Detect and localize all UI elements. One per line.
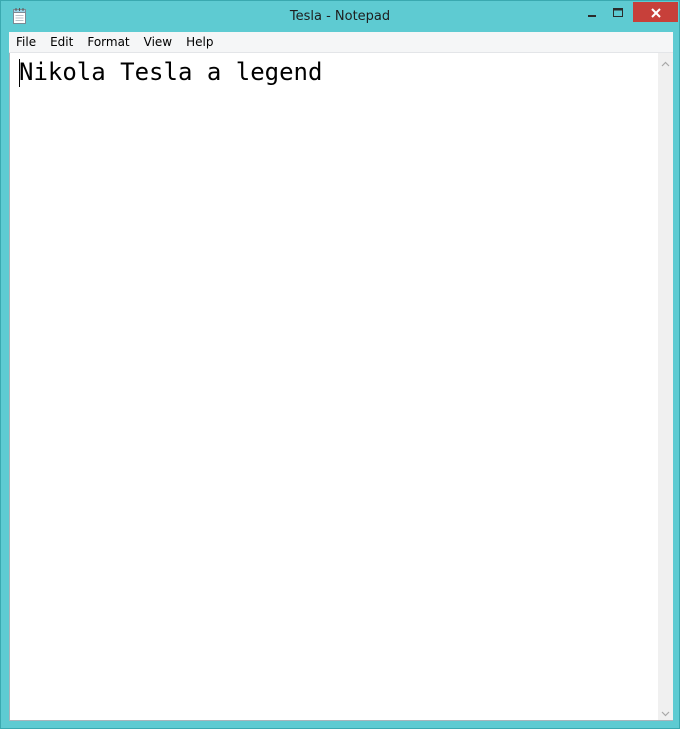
menu-file[interactable]: File <box>9 32 43 52</box>
maximize-icon <box>613 3 623 22</box>
menu-bar: File Edit Format View Help <box>9 32 673 53</box>
chevron-down-icon <box>661 702 670 721</box>
close-button[interactable] <box>633 2 678 22</box>
title-bar[interactable]: Tesla - Notepad <box>1 1 679 32</box>
chevron-up-icon <box>661 52 670 71</box>
scroll-up-button[interactable] <box>658 53 673 70</box>
menu-edit[interactable]: Edit <box>43 32 80 52</box>
vertical-scrollbar[interactable] <box>658 53 673 721</box>
menu-help[interactable]: Help <box>179 32 220 52</box>
minimize-icon <box>587 3 597 22</box>
minimize-button[interactable] <box>579 2 605 22</box>
document-text[interactable]: Nikola Tesla a legend <box>19 58 322 86</box>
text-caret <box>19 59 20 87</box>
window-title: Tesla - Notepad <box>289 9 391 24</box>
scroll-down-button[interactable] <box>658 703 673 720</box>
maximize-button[interactable] <box>605 2 631 22</box>
menu-format[interactable]: Format <box>80 32 136 52</box>
close-icon <box>650 3 661 22</box>
menu-view[interactable]: View <box>137 32 179 52</box>
notepad-window: Tesla - Notepad File Edit Format View He… <box>0 0 680 729</box>
text-editor[interactable]: Nikola Tesla a legend <box>9 53 658 721</box>
